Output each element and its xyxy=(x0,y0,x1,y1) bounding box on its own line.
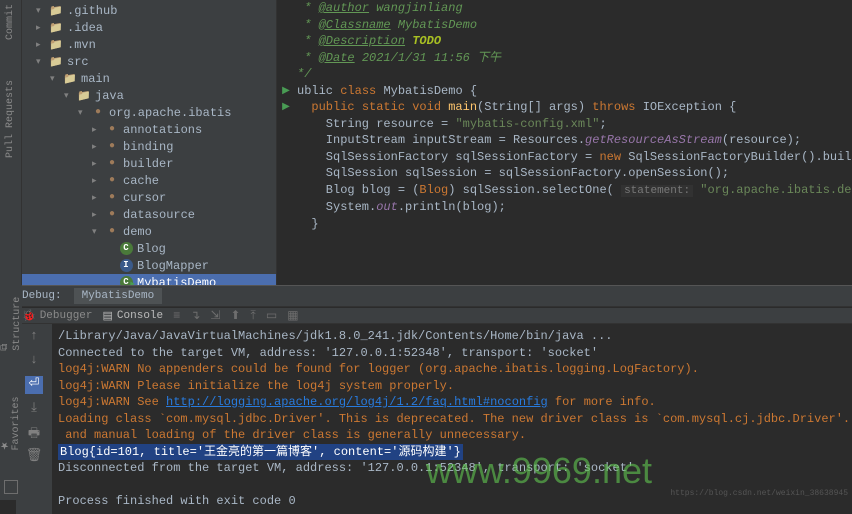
tree-item--github[interactable]: ▾ .github xyxy=(22,2,276,19)
package-icon xyxy=(104,224,120,239)
chevron-icon[interactable]: ▾ xyxy=(92,227,104,237)
folder-icon xyxy=(48,54,64,69)
chevron-icon[interactable]: ▾ xyxy=(36,57,48,67)
run-config-name: MybatisDemo xyxy=(82,290,155,302)
favorites-tool[interactable]: ★ Favorites xyxy=(0,381,22,451)
tool-window-toggle[interactable] xyxy=(4,480,18,494)
console-output[interactable]: /Library/Java/JavaVirtualMachines/jdk1.8… xyxy=(52,324,852,514)
tree-item--idea[interactable]: ▸ .idea xyxy=(22,19,276,36)
chevron-icon[interactable]: ▸ xyxy=(92,210,104,220)
tree-item-label: cache xyxy=(123,174,159,188)
chevron-icon[interactable]: ▾ xyxy=(64,91,76,101)
folder-icon xyxy=(48,20,64,35)
tree-item-label: annotations xyxy=(123,123,202,137)
chevron-icon[interactable]: ▸ xyxy=(92,142,104,152)
soft-wrap-icon[interactable]: ⏎ xyxy=(25,376,43,394)
code-content: * @author wangjinliang * @Classname Myba… xyxy=(277,0,852,232)
folder-icon xyxy=(62,71,78,86)
step-out-icon[interactable]: ⬆ xyxy=(230,308,240,323)
folder-icon xyxy=(48,3,64,18)
chevron-icon[interactable]: ▸ xyxy=(36,40,48,50)
step-into-icon[interactable]: ↴ xyxy=(190,308,200,323)
tree-item-label: MybatisDemo xyxy=(137,276,216,286)
debug-label: Debug: xyxy=(22,290,62,302)
package-icon xyxy=(104,139,120,154)
run-to-cursor-icon[interactable]: ⤒ xyxy=(251,309,256,323)
tree-item-label: org.apache.ibatis xyxy=(109,106,231,120)
tree-item--mvn[interactable]: ▸ .mvn xyxy=(22,36,276,53)
tree-item-binding[interactable]: ▸ binding xyxy=(22,138,276,155)
tree-item-demo[interactable]: ▾ demo xyxy=(22,223,276,240)
log4j-faq-link[interactable]: http://logging.apache.org/log4j/1.2/faq.… xyxy=(166,395,548,409)
bottom-left-rail: ⧉ Structure ★ Favorites xyxy=(0,285,22,500)
tree-item-annotations[interactable]: ▸ annotations xyxy=(22,121,276,138)
tree-item-label: datasource xyxy=(123,208,195,222)
up-stack-icon[interactable]: ↑ xyxy=(25,328,43,346)
chevron-icon[interactable]: ▾ xyxy=(36,6,48,16)
tree-item-label: .idea xyxy=(67,21,103,35)
structure-tool[interactable]: ⧉ Structure xyxy=(0,285,23,351)
tree-item-label: Blog xyxy=(137,242,166,256)
chevron-icon[interactable]: ▸ xyxy=(92,125,104,135)
tree-item-main[interactable]: ▾ main xyxy=(22,70,276,87)
tree-item-src[interactable]: ▾ src xyxy=(22,53,276,70)
tree-item-cache[interactable]: ▸ cache xyxy=(22,172,276,189)
chevron-icon[interactable]: ▾ xyxy=(78,108,90,118)
tree-item-builder[interactable]: ▸ builder xyxy=(22,155,276,172)
commit-tool[interactable]: Commit xyxy=(5,4,16,40)
tree-item-label: BlogMapper xyxy=(137,259,209,273)
force-step-icon[interactable]: ⇲ xyxy=(210,308,220,323)
tree-item-label: .github xyxy=(67,4,117,18)
down-stack-icon[interactable]: ↓ xyxy=(25,352,43,370)
console-tab[interactable]: ▤ Console xyxy=(103,309,164,323)
package-icon xyxy=(90,105,106,120)
debug-toolwindow-header: Debug: MybatisDemo xyxy=(0,285,852,307)
evaluate-icon[interactable]: ▭ xyxy=(266,308,277,323)
tree-item-Blog[interactable]: CBlog xyxy=(22,240,276,257)
trace-icon[interactable]: ▦ xyxy=(287,308,298,323)
tree-item-label: .mvn xyxy=(67,38,96,52)
debug-tabs: 🐞 Debugger ▤ Console ≡ ↴ ⇲ ⬆ ⤒ ▭ ▦ xyxy=(16,308,852,324)
scroll-end-icon[interactable]: ⤓ xyxy=(25,400,43,418)
chevron-icon[interactable]: ▾ xyxy=(50,74,62,84)
package-icon xyxy=(104,190,120,205)
folder-icon xyxy=(76,88,92,103)
chevron-icon[interactable]: ▸ xyxy=(92,176,104,186)
left-tool-rail: Commit Pull Requests xyxy=(0,0,22,285)
package-icon xyxy=(104,173,120,188)
tree-item-label: main xyxy=(81,72,110,86)
tree-item-org-apache-ibatis[interactable]: ▾ org.apache.ibatis xyxy=(22,104,276,121)
tree-item-label: java xyxy=(95,89,124,103)
code-editor[interactable]: ▶ ▶ * @author wangjinliang * @Classname … xyxy=(277,0,852,285)
chevron-icon[interactable]: ▸ xyxy=(92,159,104,169)
tree-item-MybatisDemo[interactable]: CMybatisDemo xyxy=(22,274,276,285)
runnable-class-icon: C xyxy=(118,275,134,285)
class-icon: C xyxy=(118,241,134,256)
tree-item-label: cursor xyxy=(123,191,166,205)
pull-requests-tool[interactable]: Pull Requests xyxy=(5,80,16,158)
interface-icon: I xyxy=(118,258,134,273)
tree-item-label: builder xyxy=(123,157,173,171)
debugger-tab[interactable]: 🐞 Debugger xyxy=(22,309,93,323)
run-class-gutter-icon[interactable]: ▶ xyxy=(277,84,295,100)
print-icon[interactable]: 🖶 xyxy=(25,424,43,442)
run-config-tab[interactable]: MybatisDemo xyxy=(74,288,163,304)
run-main-gutter-icon[interactable]: ▶ xyxy=(277,100,295,116)
tree-item-BlogMapper[interactable]: IBlogMapper xyxy=(22,257,276,274)
chevron-icon[interactable]: ▸ xyxy=(92,193,104,203)
package-icon xyxy=(104,207,120,222)
clear-icon[interactable]: 🗑 xyxy=(25,448,43,466)
tree-item-label: src xyxy=(67,55,89,69)
package-icon xyxy=(104,122,120,137)
tree-item-cursor[interactable]: ▸ cursor xyxy=(22,189,276,206)
chevron-icon[interactable]: ▸ xyxy=(36,23,48,33)
package-icon xyxy=(104,156,120,171)
tree-item-java[interactable]: ▾ java xyxy=(22,87,276,104)
tree-item-label: binding xyxy=(123,140,173,154)
tree-item-label: demo xyxy=(123,225,152,239)
tree-item-datasource[interactable]: ▸ datasource xyxy=(22,206,276,223)
folder-icon xyxy=(48,37,64,52)
step-over-icon[interactable]: ≡ xyxy=(173,309,180,323)
project-tree[interactable]: ▾ .github ▸ .idea ▸ .mvn ▾ src ▾ main ▾ java ▾ org.ap… xyxy=(22,0,277,285)
